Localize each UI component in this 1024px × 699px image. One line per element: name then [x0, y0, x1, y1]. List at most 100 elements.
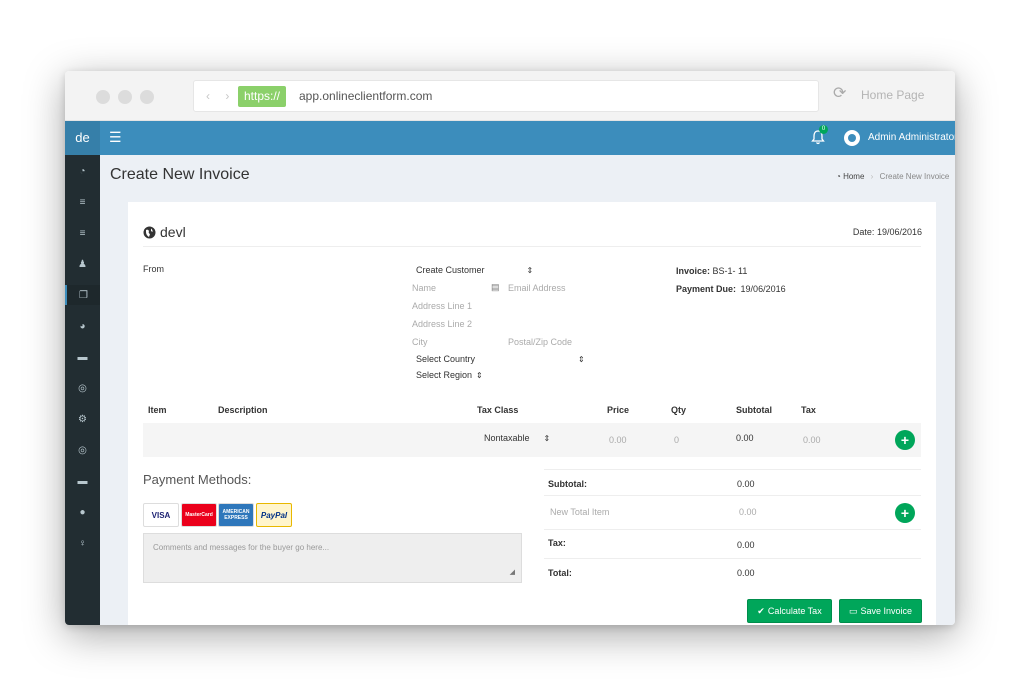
notification-badge: 0 — [819, 125, 828, 134]
table-row: Nontaxable ⇕ 0.00 0 0.00 0.00 + — [143, 423, 921, 457]
country-select[interactable]: Select Country ⇕ — [416, 354, 585, 364]
sidebar: ◔ ≡ ≡ ♟ ❐ ◕ ▬ ◎ ⚙ ◎ ▬ ● ♀ — [65, 155, 100, 625]
reload-icon[interactable]: ⟳ — [833, 86, 846, 102]
col-description: Description — [218, 405, 268, 415]
city-input[interactable]: City — [412, 337, 428, 347]
col-subtotal: Subtotal — [736, 405, 772, 415]
customer-select[interactable]: Create Customer ⇕ — [416, 265, 533, 275]
contact-card-icon: ▤ — [491, 282, 500, 292]
visa-card: VISA — [143, 503, 179, 527]
new-total-item-value[interactable]: 0.00 — [739, 507, 757, 517]
resize-handle-icon[interactable]: ◢ — [510, 568, 515, 576]
browser-chrome: ‹ › https:// app.onlineclientform.com ⟳ … — [65, 71, 955, 121]
book-icon[interactable]: ▬ — [65, 471, 100, 491]
window-maximize-dot[interactable] — [140, 90, 154, 104]
item-input[interactable] — [145, 431, 205, 449]
from-label: From — [143, 264, 164, 274]
invoice-date: Date: 19/06/2016 — [852, 227, 922, 237]
book-icon[interactable]: ▬ — [65, 347, 100, 367]
invoice-panel: devl Date: 19/06/2016 From Create Custom… — [128, 202, 936, 625]
invoice-number: Invoice: BS-1- 11 — [676, 266, 748, 276]
url-text[interactable]: app.onlineclientform.com — [299, 89, 432, 103]
select-arrows-icon: ⇕ — [543, 434, 551, 443]
tax-value: 0.00 — [737, 540, 755, 550]
credit-card-icon: ▭ — [848, 605, 858, 616]
company-title: devl — [143, 224, 186, 240]
add-total-item-button[interactable]: + — [895, 503, 915, 523]
address-line-1-input[interactable]: Address Line 1 — [412, 301, 472, 311]
qty-input[interactable]: 0 — [674, 435, 679, 445]
users-icon[interactable]: ♟ — [65, 254, 100, 274]
paypal-card: PayPal — [256, 503, 292, 527]
list-icon[interactable]: ≡ — [65, 223, 100, 243]
support-icon[interactable]: ◎ — [65, 378, 100, 398]
col-tax-class: Tax Class — [477, 405, 519, 415]
content-area: Create New Invoice ◔ Home › Create New I… — [100, 155, 955, 625]
breadcrumb: ◔ Home › Create New Invoice — [836, 172, 949, 181]
total-label: Total: — [548, 568, 572, 578]
region-select[interactable]: Select Region ⇕ — [416, 370, 483, 380]
mastercard-card: MasterCard — [181, 503, 217, 527]
col-item: Item — [148, 405, 167, 415]
comments-icon[interactable]: ● — [65, 502, 100, 522]
home-page-link[interactable]: Home Page — [861, 88, 924, 102]
row-tax: 0.00 — [803, 435, 821, 445]
calculate-tax-button[interactable]: ✔ Calculate Tax — [747, 599, 832, 623]
tax-class-select[interactable]: Nontaxable ⇕ — [484, 433, 550, 443]
col-qty: Qty — [671, 405, 687, 415]
divider — [544, 469, 921, 470]
user-name[interactable]: Admin Administrator — [868, 132, 955, 143]
save-invoice-button[interactable]: ▭ Save Invoice — [839, 599, 922, 623]
payment-methods-title: Payment Methods: — [143, 472, 252, 487]
select-arrows-icon: ⇕ — [476, 371, 483, 380]
pie-chart-icon[interactable]: ◕ — [65, 316, 100, 336]
price-input[interactable]: 0.00 — [609, 435, 627, 445]
globe-icon — [143, 226, 156, 238]
lightbulb-icon[interactable]: ♀ — [65, 533, 100, 553]
row-subtotal: 0.00 — [736, 433, 754, 443]
window-close-dot[interactable] — [96, 90, 110, 104]
address-bar[interactable]: ‹ › https:// app.onlineclientform.com — [193, 80, 819, 112]
company-name: devl — [160, 224, 186, 240]
app-header: de ☰ 0 Admin Administrator — [65, 121, 955, 155]
divider — [544, 529, 921, 530]
window-minimize-dot[interactable] — [118, 90, 132, 104]
tax-label: Tax: — [548, 538, 566, 548]
cogs-icon[interactable]: ⚙ — [65, 409, 100, 429]
breadcrumb-current: Create New Invoice — [879, 172, 950, 181]
email-input[interactable]: Email Address — [508, 283, 566, 293]
name-input[interactable]: Name — [412, 283, 436, 293]
total-value: 0.00 — [737, 568, 755, 578]
postal-code-input[interactable]: Postal/Zip Code — [508, 337, 572, 347]
subtotal-label: Subtotal: — [548, 479, 587, 489]
menu-toggle-icon[interactable]: ☰ — [109, 130, 122, 144]
divider — [544, 558, 921, 559]
divider — [544, 495, 921, 496]
user-avatar[interactable] — [844, 130, 860, 146]
add-item-button[interactable]: + — [895, 430, 915, 450]
breadcrumb-separator: › — [870, 172, 874, 181]
divider — [143, 246, 921, 247]
address-line-2-input[interactable]: Address Line 2 — [412, 319, 472, 329]
subtotal-value: 0.00 — [737, 479, 755, 489]
https-badge: https:// — [238, 86, 287, 107]
page-title: Create New Invoice — [110, 166, 250, 183]
new-total-item-input[interactable]: New Total Item — [550, 507, 609, 517]
home-icon: ◔ — [836, 172, 841, 181]
col-price: Price — [607, 405, 630, 415]
browser-window: ‹ › https:// app.onlineclientform.com ⟳ … — [65, 71, 955, 625]
support-icon[interactable]: ◎ — [65, 440, 100, 460]
brand-logo[interactable]: de — [65, 121, 100, 155]
description-input[interactable] — [215, 431, 415, 449]
payment-due: Payment Due: 19/06/2016 — [676, 284, 786, 294]
list-icon[interactable]: ≡ — [65, 192, 100, 212]
nav-arrows-icon[interactable]: ‹ › — [206, 89, 235, 103]
comments-textarea[interactable]: Comments and messages for the buyer go h… — [143, 533, 522, 583]
amex-card: AMERICAN EXPRESS — [218, 503, 254, 527]
copy-icon[interactable]: ❐ — [65, 285, 100, 305]
select-arrows-icon: ⇕ — [578, 355, 585, 364]
col-tax: Tax — [801, 405, 816, 415]
dashboard-icon[interactable]: ◔ — [65, 161, 100, 181]
breadcrumb-home[interactable]: Home — [843, 172, 864, 181]
select-arrows-icon: ⇕ — [526, 266, 534, 275]
